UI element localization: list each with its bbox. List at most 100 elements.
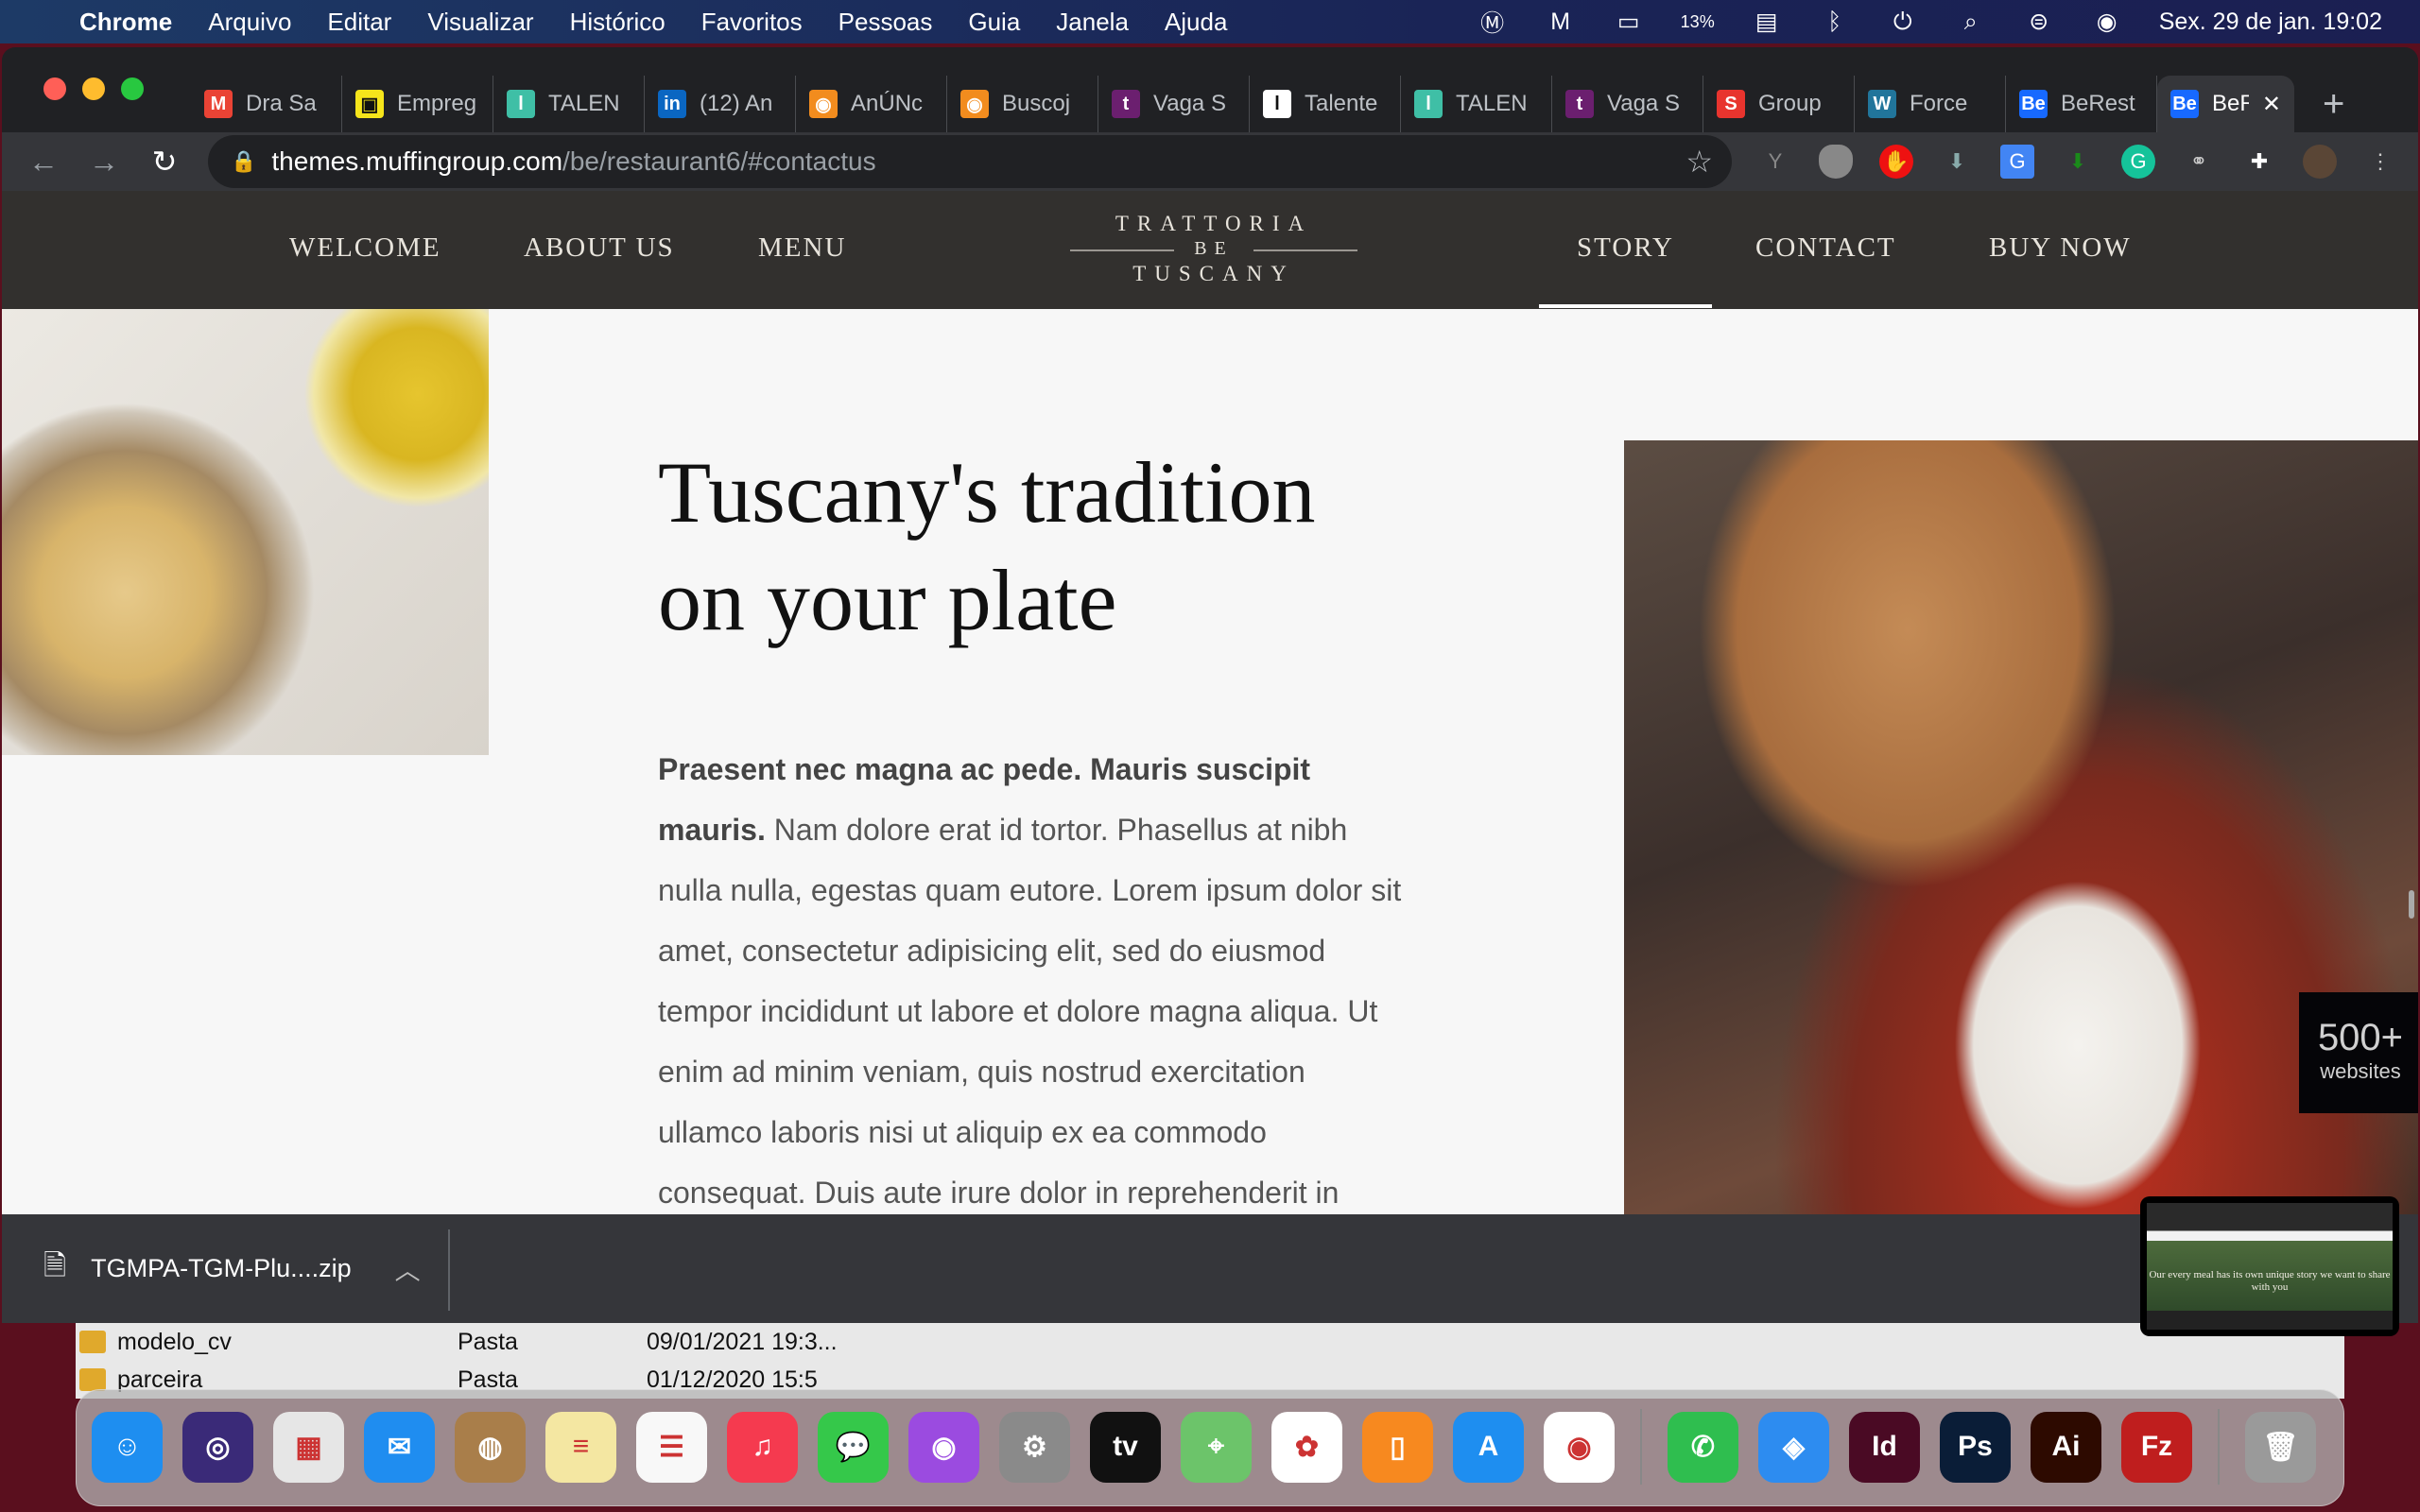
reload-button[interactable]: ↻ xyxy=(134,144,195,180)
dock-finder-icon[interactable]: ☺ xyxy=(92,1411,163,1483)
tab-10[interactable]: t Vaga S xyxy=(1552,76,1703,132)
dock-messages-icon[interactable]: 💬 xyxy=(818,1411,889,1483)
tab-13[interactable]: Be BeRest xyxy=(2006,76,2157,132)
google-translate-icon[interactable]: G xyxy=(2000,145,2034,179)
menu-guia[interactable]: Guia xyxy=(968,8,1020,37)
dock-photoshop-icon[interactable]: Ps xyxy=(1940,1411,2011,1483)
siri-icon[interactable]: ◉ xyxy=(2091,8,2123,36)
folder-icon xyxy=(79,1368,106,1391)
dock-mail-icon[interactable]: ✉ xyxy=(364,1411,435,1483)
extension-shield-icon[interactable] xyxy=(1819,145,1853,179)
control-center-icon[interactable]: ⊜ xyxy=(2023,8,2055,36)
grammarly-icon[interactable]: G xyxy=(2121,145,2155,179)
dock-launchpad-icon[interactable]: ▦ xyxy=(273,1411,344,1483)
dock-safari-icon[interactable]: ◈ xyxy=(1758,1411,1829,1483)
adblock-icon[interactable]: ✋ xyxy=(1879,145,1913,179)
tab-3[interactable]: l TALEN xyxy=(493,76,645,132)
ring-icon: ◉ xyxy=(809,90,838,118)
back-button[interactable]: ← xyxy=(13,145,74,180)
menu-favoritos[interactable]: Favoritos xyxy=(701,8,803,37)
malwarebytes-icon[interactable]: M xyxy=(1545,8,1577,36)
menu-janela[interactable]: Janela xyxy=(1056,8,1129,37)
tab-6[interactable]: ◉ Buscoj xyxy=(947,76,1098,132)
dock-chrome-icon[interactable]: ◉ xyxy=(1544,1411,1615,1483)
bookmark-star-icon[interactable]: ☆ xyxy=(1685,144,1713,180)
screenshot-thumbnail[interactable]: Our every meal has its own unique story … xyxy=(2140,1196,2399,1336)
dock-photos-icon[interactable]: ✿ xyxy=(1271,1411,1342,1483)
download-item[interactable]: 🗎 TGMPA-TGM-Plu....zip ︿ xyxy=(43,1214,421,1323)
site-logo[interactable]: TRATTORIA BE TUSCANY xyxy=(1070,212,1357,286)
battery-icon[interactable]: ▭ xyxy=(1613,8,1645,36)
chrome-menu-icon[interactable]: ⋮ xyxy=(2363,145,2397,179)
forward-button[interactable]: → xyxy=(74,145,134,180)
zoom-window-button[interactable] xyxy=(121,77,144,100)
dock-reminders-icon[interactable]: ☰ xyxy=(636,1411,707,1483)
menu-editar[interactable]: Editar xyxy=(327,8,391,37)
close-window-button[interactable] xyxy=(43,77,66,100)
tab-5[interactable]: ◉ AnÚNc xyxy=(796,76,947,132)
dock-trash-icon[interactable]: 🗑 xyxy=(2245,1411,2316,1483)
extension-download-icon[interactable]: ⬇ xyxy=(1940,145,1974,179)
nav-buy-now[interactable]: BUY NOW xyxy=(1989,232,2132,264)
menu-pessoas[interactable]: Pessoas xyxy=(838,8,933,37)
menu-arquivo[interactable]: Arquivo xyxy=(208,8,291,37)
tab-1[interactable]: M Dra Sa xyxy=(191,76,342,132)
search-icon[interactable]: ⌕ xyxy=(1955,8,1987,36)
dock-contacts-icon[interactable]: ◍ xyxy=(455,1411,526,1483)
dock-app-store-icon[interactable]: A xyxy=(1453,1411,1524,1483)
download-filename: TGMPA-TGM-Plu....zip xyxy=(91,1254,352,1282)
nav-story[interactable]: STORY xyxy=(1539,232,1712,308)
dock-illustrator-icon[interactable]: Ai xyxy=(2031,1411,2101,1483)
tab-4[interactable]: in (12) An xyxy=(645,76,796,132)
dock-maps-icon[interactable]: ⌖ xyxy=(1181,1411,1252,1483)
tab-2[interactable]: ▣ Empreg xyxy=(342,76,493,132)
extension-green-download-icon[interactable]: ⬇ xyxy=(2061,145,2095,179)
dock-notes-icon[interactable]: ≡ xyxy=(545,1411,616,1483)
tab-8[interactable]: l Talente xyxy=(1250,76,1401,132)
power-icon[interactable]: ⏻ xyxy=(1887,8,1919,36)
dock-indesign-icon[interactable]: Id xyxy=(1849,1411,1920,1483)
websites-badge[interactable]: 500+ websites xyxy=(2299,992,2418,1113)
tab-7[interactable]: t Vaga S xyxy=(1098,76,1250,132)
list-item[interactable]: modelo_cv Pasta 09/01/2021 19:3... xyxy=(76,1323,838,1361)
tab-12[interactable]: W Force xyxy=(1855,76,2006,132)
scrollbar[interactable] xyxy=(2409,890,2414,919)
menu-visualizar[interactable]: Visualizar xyxy=(427,8,533,37)
menu-historico[interactable]: Histórico xyxy=(570,8,666,37)
windows-icon[interactable]: ▤ xyxy=(1751,8,1783,36)
chevron-up-icon[interactable]: ︿ xyxy=(395,1250,421,1287)
dock-whatsapp-icon[interactable]: ✆ xyxy=(1668,1411,1738,1483)
tab-9[interactable]: l TALEN xyxy=(1401,76,1552,132)
nav-menu[interactable]: MENU xyxy=(758,232,846,264)
extension-filter-icon[interactable]: Y xyxy=(1758,145,1792,179)
dock-siri-icon[interactable]: ◎ xyxy=(182,1411,253,1483)
url-host: themes.muffingroup.com xyxy=(271,146,563,176)
tab-title: Force xyxy=(1910,91,1968,116)
nav-contact[interactable]: CONTACT xyxy=(1755,232,1896,264)
tab-11[interactable]: S Group xyxy=(1703,76,1855,132)
mega-icon[interactable]: Ⓜ xyxy=(1477,8,1509,37)
clock[interactable]: Sex. 29 de jan. 19:02 xyxy=(2159,9,2382,36)
address-bar[interactable]: 🔒 themes.muffingroup.com/be/restaurant6/… xyxy=(208,135,1732,188)
extensions-puzzle-icon[interactable]: ✚ xyxy=(2242,145,2276,179)
dock-apple-tv-icon[interactable]: tv xyxy=(1090,1411,1161,1483)
lock-icon: 🔒 xyxy=(231,149,257,173)
dock-podcasts-icon[interactable]: ◉ xyxy=(908,1411,979,1483)
profile-avatar[interactable] xyxy=(2303,145,2337,179)
menu-app-name[interactable]: Chrome xyxy=(79,8,172,37)
extension-molecule-icon[interactable]: ⚭ xyxy=(2182,145,2216,179)
dock-music-icon[interactable]: ♫ xyxy=(727,1411,798,1483)
section-heading: Tuscany's tradition on your plate xyxy=(658,444,1316,648)
bluetooth-icon[interactable]: ᛒ xyxy=(1819,8,1851,36)
dock-filezilla-icon[interactable]: Fz xyxy=(2121,1411,2192,1483)
close-tab-icon[interactable]: ✕ xyxy=(2262,91,2281,118)
linkedin-icon: in xyxy=(658,90,686,118)
menu-ajuda[interactable]: Ajuda xyxy=(1165,8,1228,37)
nav-welcome[interactable]: WELCOME xyxy=(289,232,441,264)
dock-books-icon[interactable]: ▯ xyxy=(1362,1411,1433,1483)
minimize-window-button[interactable] xyxy=(82,77,105,100)
nav-about-us[interactable]: ABOUT US xyxy=(524,232,675,264)
tab-14[interactable]: Be BeR ✕ xyxy=(2157,76,2294,132)
dock-system-preferences-icon[interactable]: ⚙ xyxy=(999,1411,1070,1483)
new-tab-button[interactable]: + xyxy=(2323,76,2344,132)
